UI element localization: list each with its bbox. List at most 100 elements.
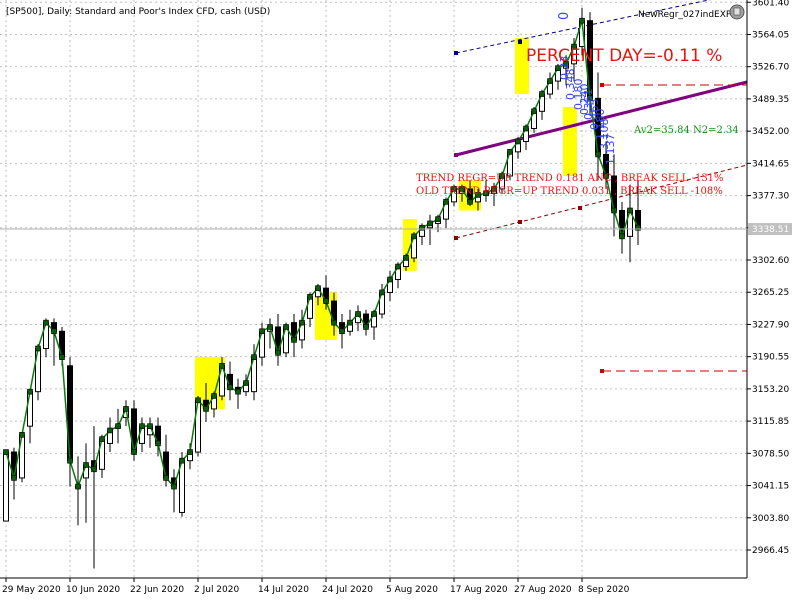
close-marker bbox=[323, 298, 329, 304]
channel-marker bbox=[518, 40, 522, 44]
close-marker bbox=[507, 149, 513, 155]
price-tick-label: 3526.70 bbox=[752, 63, 789, 73]
close-marker bbox=[523, 125, 529, 132]
close-marker bbox=[283, 324, 289, 330]
close-marker bbox=[403, 255, 409, 261]
close-marker bbox=[123, 406, 129, 412]
close-marker bbox=[99, 436, 105, 442]
indicator-name: NewRegr_027indEXP bbox=[638, 10, 732, 20]
close-marker bbox=[339, 328, 345, 335]
close-marker bbox=[443, 199, 449, 205]
price-tick-label: 3601.40 bbox=[752, 0, 789, 8]
percent-day-label: PERCENT DAY=-0.11 % bbox=[526, 46, 722, 66]
close-marker bbox=[3, 449, 9, 455]
price-axis: 3601.40 3564.05 3526.70 3489.35 3452.00 3414.… bbox=[0, 0, 792, 578]
close-marker bbox=[211, 393, 217, 399]
close-marker bbox=[547, 78, 553, 84]
old-trend-regr-label: OLD TREND REGR=UP TREND 0.031 , BREAK SE… bbox=[416, 186, 723, 197]
symbol-info: [SP500], Daily: Standard and Poor's Inde… bbox=[6, 7, 270, 17]
close-marker bbox=[195, 397, 201, 404]
close-marker bbox=[315, 285, 321, 291]
close-marker bbox=[11, 475, 17, 481]
target-lower-marker bbox=[600, 369, 604, 373]
close-marker bbox=[235, 388, 241, 395]
close-marker bbox=[619, 233, 625, 240]
bear-candle bbox=[163, 451, 169, 479]
close-marker bbox=[267, 324, 273, 330]
current-price-label: 3338.51 bbox=[752, 225, 789, 235]
close-marker bbox=[139, 423, 145, 429]
date-tick-label: 8 Sep 2020 bbox=[578, 585, 630, 595]
close-marker bbox=[75, 483, 81, 490]
close-marker bbox=[411, 233, 417, 240]
channel-marker bbox=[454, 51, 458, 55]
price-tick-label: 3452.00 bbox=[752, 127, 789, 137]
bull-candle bbox=[27, 391, 33, 427]
close-marker bbox=[307, 293, 313, 300]
date-tick-label: 10 Jun 2020 bbox=[66, 585, 120, 595]
close-marker bbox=[395, 263, 401, 270]
date-tick-label: 24 Jul 2020 bbox=[322, 585, 373, 595]
target-upper-marker bbox=[600, 83, 604, 87]
close-marker bbox=[579, 17, 585, 24]
price-chart: [SP500], Daily: Standard and Poor's Inde… bbox=[0, 0, 792, 595]
close-marker bbox=[251, 354, 257, 360]
close-marker bbox=[91, 466, 97, 473]
close-marker bbox=[51, 328, 57, 335]
close-marker bbox=[187, 449, 193, 455]
price-tick-label: 3227.90 bbox=[752, 320, 789, 330]
close-line-path bbox=[5, 20, 639, 489]
close-marker bbox=[299, 319, 305, 326]
close-marker bbox=[243, 380, 249, 386]
channel-marker bbox=[454, 153, 458, 157]
date-tick-label: 14 Jul 2020 bbox=[258, 585, 309, 595]
highlight-zone bbox=[563, 106, 577, 176]
price-tick-label: 3265.25 bbox=[752, 288, 789, 298]
close-marker bbox=[347, 319, 353, 326]
close-marker bbox=[379, 289, 385, 296]
close-marker bbox=[227, 384, 233, 391]
price-tick-label: 3041.15 bbox=[752, 482, 789, 492]
date-tick-label: 22 Jun 2020 bbox=[130, 585, 184, 595]
robot-icon[interactable] bbox=[729, 4, 745, 20]
close-marker bbox=[611, 207, 617, 214]
chart-grid bbox=[0, 0, 747, 578]
trend-regr-label: TREND REGR=UP TREND 0.181 ANC , BREAK SE… bbox=[416, 173, 724, 184]
date-tick-label: 29 May 2020 bbox=[2, 585, 61, 595]
close-marker bbox=[331, 319, 337, 326]
vertical-value-label: 1.137 bbox=[604, 134, 617, 166]
close-marker bbox=[179, 457, 185, 464]
close-marker bbox=[131, 449, 137, 455]
price-tick-label: 3153.20 bbox=[752, 385, 789, 395]
av-stats-label: Av2=35.84 N2=2.34 bbox=[633, 125, 739, 136]
close-marker bbox=[155, 440, 161, 447]
price-tick-label: 3115.85 bbox=[752, 417, 789, 427]
close-marker bbox=[435, 216, 441, 222]
close-marker bbox=[467, 199, 473, 205]
price-tick-label: 3190.55 bbox=[752, 353, 789, 363]
price-tick-label: 2966.45 bbox=[752, 546, 789, 556]
price-tick-label: 3489.35 bbox=[752, 95, 789, 105]
close-price-line bbox=[3, 17, 641, 490]
close-marker bbox=[43, 319, 49, 326]
date-tick-label: 27 Aug 2020 bbox=[514, 585, 572, 595]
close-marker bbox=[147, 423, 153, 429]
close-marker bbox=[59, 354, 65, 360]
close-marker bbox=[363, 324, 369, 330]
date-axis: 29 May 2020 10 Jun 2020 22 Jun 2020 2 Jul 2… bbox=[0, 577, 747, 595]
price-tick-label: 3078.50 bbox=[752, 449, 789, 459]
close-marker bbox=[355, 311, 361, 317]
bull-candle bbox=[3, 451, 9, 522]
date-tick-label: 5 Aug 2020 bbox=[386, 585, 438, 595]
date-tick-label: 2 Jul 2020 bbox=[194, 585, 239, 595]
close-marker bbox=[35, 345, 41, 352]
price-tick-label: 3414.65 bbox=[752, 159, 789, 169]
close-marker bbox=[83, 462, 89, 468]
price-tick-label: 3377.30 bbox=[752, 192, 789, 202]
close-marker bbox=[259, 328, 265, 335]
close-marker bbox=[371, 311, 377, 317]
close-marker bbox=[531, 108, 537, 115]
close-marker bbox=[107, 427, 113, 434]
candlestick-series bbox=[3, 7, 641, 569]
channel-marker bbox=[454, 236, 458, 240]
